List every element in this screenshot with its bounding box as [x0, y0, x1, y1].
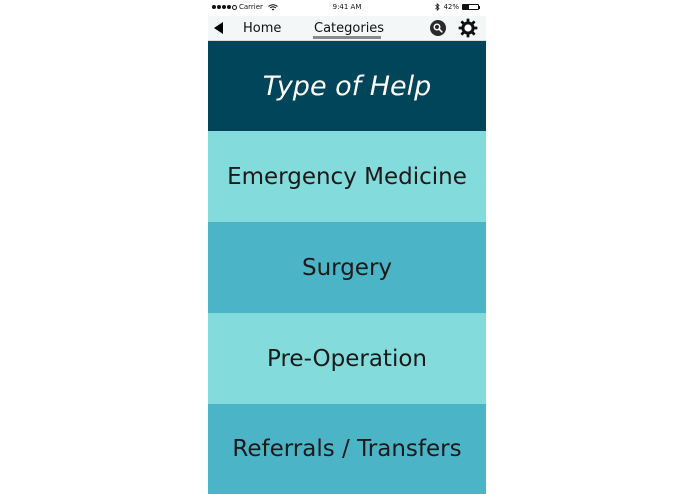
battery-percent: 42%	[443, 3, 459, 11]
category-label: Pre-Operation	[267, 345, 427, 372]
category-surgery[interactable]: Surgery	[208, 222, 486, 313]
battery-level	[463, 5, 470, 9]
nav-home-link[interactable]: Home	[243, 21, 281, 36]
page-title-banner: Type of Help	[208, 41, 486, 131]
phone-screen: Carrier 9:41 AM 42% Home Categories Type…	[208, 0, 486, 494]
bluetooth-icon	[435, 3, 441, 11]
status-right: 42%	[435, 3, 480, 11]
page-title: Type of Help	[262, 70, 432, 102]
gear-icon[interactable]	[458, 18, 478, 38]
back-arrow-icon[interactable]	[212, 21, 226, 35]
category-emergency-medicine[interactable]: Emergency Medicine	[208, 131, 486, 222]
nav-bar: Home Categories	[208, 16, 486, 41]
active-tab-indicator	[313, 36, 381, 39]
category-pre-operation[interactable]: Pre-Operation	[208, 313, 486, 404]
status-bar: Carrier 9:41 AM 42%	[208, 0, 486, 16]
category-label: Surgery	[301, 254, 393, 281]
category-label: Emergency Medicine	[227, 163, 467, 190]
category-referrals-transfers[interactable]: Referrals / Transfers	[208, 404, 486, 494]
search-icon[interactable]	[430, 20, 446, 36]
battery-icon	[462, 4, 479, 10]
category-label: Referrals / Transfers	[232, 436, 462, 462]
nav-categories-link[interactable]: Categories	[314, 21, 384, 36]
